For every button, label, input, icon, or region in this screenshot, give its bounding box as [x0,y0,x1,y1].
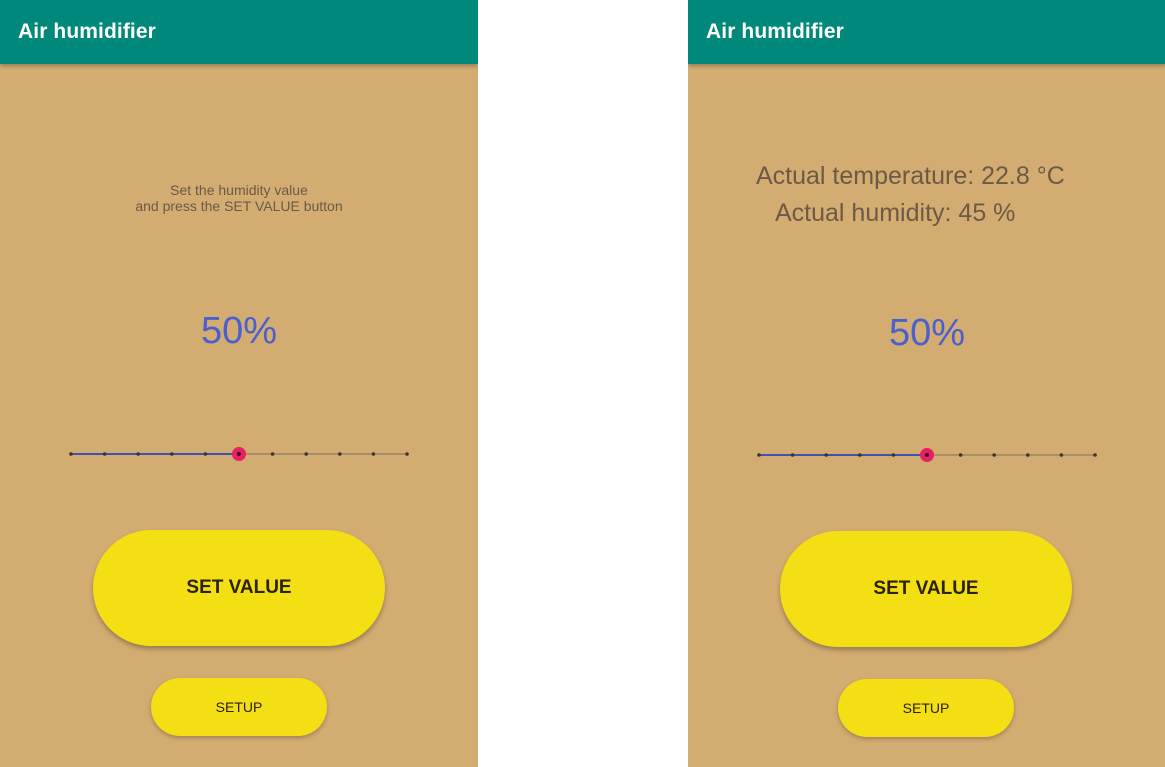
actual-temperature: Actual temperature: 22.8 °C [756,162,1065,190]
slider-tick [270,452,275,456]
set-value-button[interactable]: SET VALUE [780,531,1072,647]
instruction-line-1: Set the humidity value [170,182,308,198]
app-bar: Air humidifier [688,0,1165,64]
humidity-slider[interactable] [748,443,1106,467]
slider-thumb-center [237,452,241,456]
set-value-button[interactable]: SET VALUE [93,530,385,646]
slider-tick [371,452,376,456]
actual-humidity: Actual humidity: 45 % [775,199,1016,227]
slider-tick [170,452,174,456]
slider-tick [338,452,342,456]
slider-tick [304,452,308,456]
slider-thumb-center [925,453,929,457]
slider-tick [757,453,761,457]
humidity-setpoint: 50% [888,312,966,354]
instruction-line-2: and press the SET VALUE button [135,198,343,214]
setup-button[interactable]: SETUP [838,679,1014,737]
left-screen: Air humidifier Set the humidity value an… [0,0,478,767]
right-screen: Air humidifier Actual temperature: 22.8 … [688,0,1165,767]
app-title: Air humidifier [18,20,156,43]
slider-tick [824,453,828,457]
humidity-setpoint: 50% [200,310,278,352]
slider-tick [1059,453,1064,457]
app-title: Air humidifier [706,20,844,43]
slider-tick [1026,453,1030,457]
slider-tick [858,453,862,457]
slider-graphic[interactable] [60,442,418,466]
slider-tick [992,453,996,457]
slider-tick [405,452,409,456]
humidity-slider[interactable] [60,442,418,466]
slider-tick [790,453,795,457]
setup-button[interactable]: SETUP [151,678,327,736]
instructions-text: Set the humidity value and press the SET… [0,182,478,214]
slider-tick [891,453,896,457]
app-bar: Air humidifier [0,0,478,64]
slider-tick [102,452,107,456]
slider-tick [203,452,208,456]
slider-tick [69,452,73,456]
slider-tick [958,453,963,457]
slider-graphic[interactable] [748,443,1106,467]
slider-tick [136,452,140,456]
slider-tick [1093,453,1097,457]
